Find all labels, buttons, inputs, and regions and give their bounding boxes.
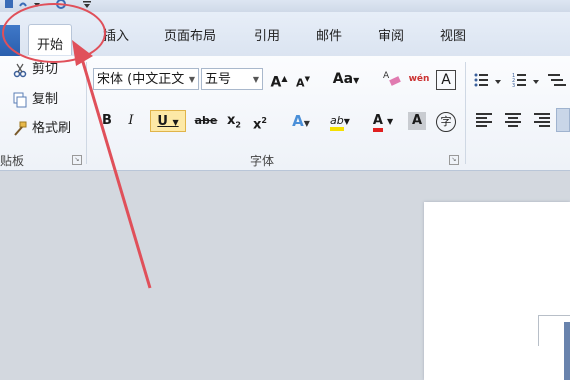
- chevron-down-icon: ▼: [252, 75, 259, 84]
- tab-insert[interactable]: 插入: [103, 26, 129, 48]
- clipboard-group-label: 贴板: [0, 154, 25, 168]
- font-name-value: 宋体 (中文正文: [97, 72, 185, 87]
- numbering-icon[interactable]: 123: [512, 72, 530, 88]
- subscript-button[interactable]: x2: [223, 110, 245, 132]
- strikethrough-button[interactable]: abe: [193, 110, 219, 132]
- multilevel-list-icon[interactable]: [548, 72, 566, 88]
- text-effects-button[interactable]: A▼: [286, 110, 316, 132]
- text-effects-label: A: [292, 112, 304, 130]
- shrink-font-label: A: [296, 76, 305, 90]
- font-group-label: 字体: [250, 154, 275, 168]
- margin-mark: [538, 316, 539, 346]
- format-painter-label: 格式刷: [32, 121, 72, 136]
- superscript-digit: 2: [261, 116, 267, 125]
- copy-button[interactable]: 复制: [12, 90, 58, 110]
- format-painter-button[interactable]: 格式刷: [12, 119, 71, 139]
- strikethrough-label: abe: [194, 114, 218, 127]
- character-border-label: A: [441, 72, 451, 88]
- font-name-select[interactable]: 宋体 (中文正文 ▼: [93, 68, 199, 90]
- tab-view[interactable]: 视图: [440, 26, 466, 48]
- bullets-icon[interactable]: [474, 72, 492, 88]
- chevron-down-icon[interactable]: [532, 74, 540, 90]
- font-dialog-launcher[interactable]: ↘: [449, 155, 459, 165]
- copy-label: 复制: [32, 92, 59, 107]
- bold-label: B: [102, 113, 112, 128]
- justify-button[interactable]: [556, 108, 570, 132]
- chevron-down-icon: ▼: [188, 75, 195, 84]
- enclose-characters-label: 字: [440, 115, 452, 128]
- font-size-select[interactable]: 五号 ▼: [201, 68, 263, 90]
- italic-button[interactable]: I: [120, 110, 142, 132]
- enclose-characters-button[interactable]: 字: [436, 112, 456, 132]
- character-shading-button[interactable]: A: [408, 112, 426, 130]
- align-right-icon[interactable]: [532, 112, 550, 128]
- align-center-icon[interactable]: [504, 112, 522, 128]
- italic-label: I: [128, 113, 134, 128]
- copy-icon: [13, 92, 27, 107]
- save-icon[interactable]: [4, 0, 14, 10]
- document-page[interactable]: [424, 202, 570, 380]
- clear-formatting-button[interactable]: A: [381, 68, 403, 90]
- change-case-label: Aa: [332, 71, 354, 87]
- highlight-label: ab: [330, 114, 344, 131]
- svg-text:A: A: [383, 71, 390, 81]
- scissors-icon: [13, 63, 27, 77]
- group-divider: [86, 62, 87, 164]
- superscript-button[interactable]: x2: [249, 110, 271, 132]
- phonetic-label: wén: [408, 74, 430, 84]
- margin-mark: [538, 315, 570, 316]
- group-divider: [465, 62, 466, 164]
- tab-mailings[interactable]: 邮件: [316, 26, 342, 48]
- change-case-button[interactable]: Aa▼: [330, 68, 362, 90]
- cut-button[interactable]: 剪切: [12, 60, 58, 80]
- shrink-font-button[interactable]: A▼: [292, 68, 314, 90]
- clipboard-dialog-launcher[interactable]: ↘: [72, 155, 82, 165]
- grow-font-label: A: [270, 74, 282, 91]
- grow-font-button[interactable]: A▲: [268, 68, 290, 91]
- character-border-button[interactable]: A: [436, 70, 456, 90]
- bold-button[interactable]: B: [96, 110, 118, 132]
- font-color-label: A: [372, 113, 383, 132]
- svg-text:3: 3: [512, 83, 515, 88]
- character-shading-label: A: [411, 113, 423, 128]
- underline-button[interactable]: U ▼: [150, 110, 186, 132]
- text-cursor-region: [564, 322, 570, 380]
- phonetic-guide-button[interactable]: wén: [408, 68, 430, 90]
- cut-label: 剪切: [32, 62, 59, 77]
- paintbrush-icon: [14, 121, 27, 136]
- highlight-button[interactable]: ab▼: [322, 110, 358, 132]
- chevron-down-icon[interactable]: [494, 74, 502, 90]
- tab-references[interactable]: 引用: [254, 26, 280, 48]
- font-color-button[interactable]: A ▼: [366, 110, 400, 132]
- align-left-icon[interactable]: [476, 112, 494, 128]
- tab-page-layout[interactable]: 页面布局: [164, 26, 216, 48]
- underline-label: U: [157, 114, 168, 129]
- document-area[interactable]: [0, 171, 570, 380]
- subscript-digit: 2: [235, 120, 241, 130]
- tab-review[interactable]: 审阅: [378, 26, 404, 48]
- highlight-circle: [2, 3, 106, 63]
- font-size-value: 五号: [205, 72, 232, 87]
- clear-formatting-icon: A: [383, 71, 401, 86]
